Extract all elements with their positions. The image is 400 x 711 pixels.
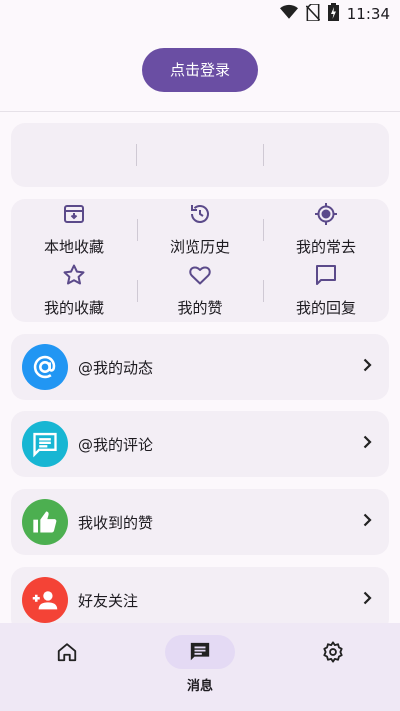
thumb-up-icon: [22, 499, 68, 545]
target-icon: [314, 202, 338, 230]
nav-home[interactable]: [0, 623, 133, 711]
at-icon: [22, 344, 68, 390]
header: 点击登录: [0, 28, 400, 112]
grid-item-favorites[interactable]: 我的收藏: [11, 260, 137, 321]
chevron-right-icon: [359, 512, 375, 532]
grid-item-frequent[interactable]: 我的常去: [263, 199, 389, 260]
battery-charging-icon: [327, 3, 339, 25]
person-add-icon: [22, 577, 68, 623]
settings-icon: [298, 635, 368, 669]
chevron-right-icon: [359, 590, 375, 610]
message-icon: [164, 635, 235, 669]
chevron-right-icon: [359, 357, 375, 377]
nav-settings[interactable]: [267, 623, 400, 711]
chat-icon: [22, 421, 68, 467]
list-item-my-mentions[interactable]: @我的动态: [11, 334, 389, 400]
history-icon: [188, 202, 212, 230]
wifi-icon: [279, 4, 298, 24]
grid-item-history[interactable]: 浏览历史: [137, 199, 263, 260]
comment-icon: [314, 263, 338, 291]
star-icon: [62, 263, 86, 291]
nav-label-messages: 消息: [186, 679, 213, 694]
heart-icon: [188, 263, 212, 291]
quick-access-grid: 本地收藏 浏览历史 我的常去 我的收藏 我的赞 我的回复: [11, 199, 389, 322]
stat-cell: [11, 144, 136, 166]
grid-item-likes[interactable]: 我的赞: [137, 260, 263, 321]
grid-item-label: 本地收藏: [43, 238, 104, 256]
status-time: 11:34: [346, 5, 390, 23]
home-icon: [32, 635, 102, 669]
stat-cell: [262, 144, 389, 166]
list-item-label: 我收到的赞: [78, 513, 154, 532]
status-bar: 11:34: [0, 0, 400, 28]
chevron-right-icon: [359, 434, 375, 454]
grid-item-label: 浏览历史: [169, 238, 230, 256]
stats-card: [11, 123, 389, 187]
bottom-navigation: 消息: [0, 623, 400, 711]
grid-item-label: 我的赞: [177, 299, 223, 317]
list-item-label: 好友关注: [78, 591, 139, 610]
list-item-my-comments[interactable]: @我的评论: [11, 411, 389, 477]
nav-messages[interactable]: 消息: [133, 623, 266, 711]
grid-item-label: 我的回复: [295, 299, 356, 317]
grid-item-label: 我的收藏: [43, 299, 104, 317]
list-item-label: @我的动态: [78, 358, 154, 377]
list-item-received-likes[interactable]: 我收到的赞: [11, 489, 389, 555]
grid-item-local-favorites[interactable]: 本地收藏: [11, 199, 137, 260]
no-sim-icon: [305, 2, 320, 25]
login-button[interactable]: 点击登录: [142, 47, 258, 92]
grid-item-replies[interactable]: 我的回复: [263, 260, 389, 321]
list-item-label: @我的评论: [78, 435, 154, 454]
grid-item-label: 我的常去: [295, 238, 356, 256]
stat-cell: [136, 144, 262, 166]
archive-icon: [62, 202, 86, 230]
